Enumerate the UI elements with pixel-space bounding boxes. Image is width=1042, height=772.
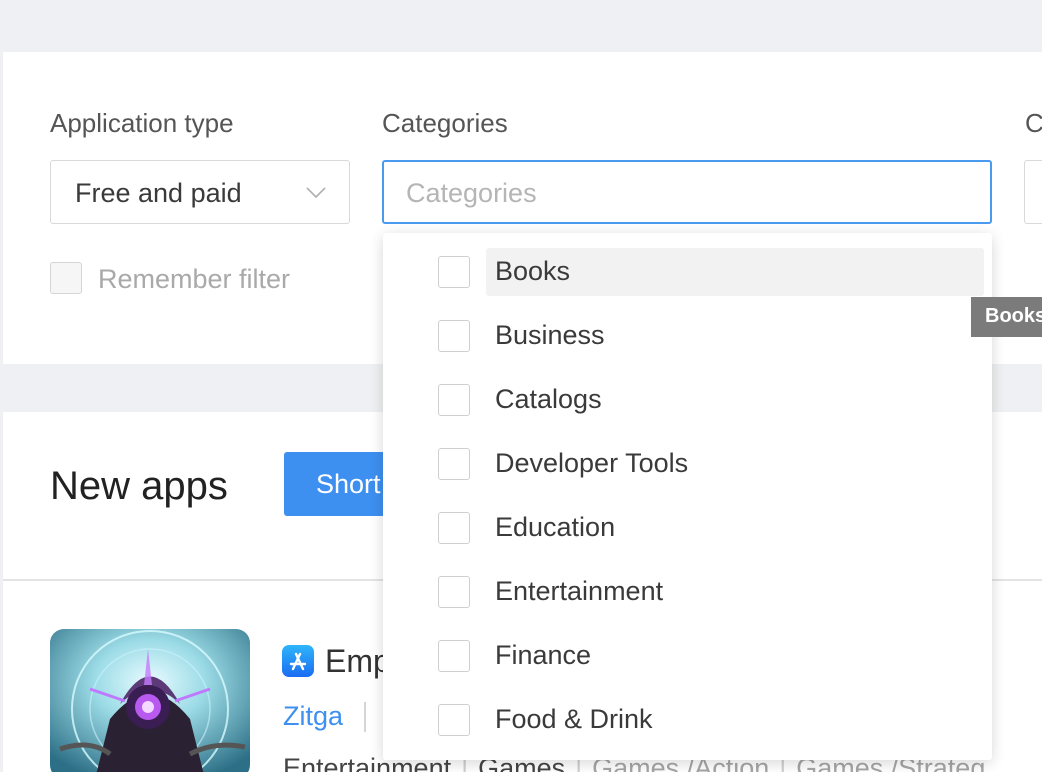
application-type-value: Free and paid [75, 178, 242, 208]
category-label[interactable]: Catalogs [495, 384, 602, 415]
category-checkbox[interactable] [438, 704, 470, 736]
category-option-food-drink[interactable]: Food & Drink [383, 681, 992, 745]
app-store-icon [282, 645, 314, 677]
chevron-down-icon [305, 181, 327, 208]
category-label[interactable]: Books [495, 256, 570, 287]
third-filter-select[interactable] [1024, 160, 1042, 224]
remember-filter-label[interactable]: Remember filter [98, 264, 290, 295]
category-option-business[interactable]: Business [383, 297, 992, 361]
third-filter-label: C [1025, 108, 1042, 138]
category-option-catalogs[interactable]: Catalogs [383, 361, 992, 425]
category-checkbox[interactable] [438, 576, 470, 608]
category-label[interactable]: Entertainment [495, 576, 663, 607]
categories-input[interactable] [406, 176, 966, 210]
category-option-developer-tools[interactable]: Developer Tools [383, 425, 992, 489]
section-title: New apps [50, 464, 228, 508]
category-label[interactable]: Developer Tools [495, 448, 688, 479]
category-option-books[interactable]: Books [383, 233, 992, 297]
remember-filter-checkbox[interactable] [50, 262, 82, 294]
category-checkbox[interactable] [438, 320, 470, 352]
tooltip: Books [971, 297, 1042, 337]
app-icon[interactable] [50, 629, 250, 772]
categories-dropdown: Books Business Catalogs Developer Tools … [383, 233, 992, 760]
category-option-education[interactable]: Education [383, 489, 992, 553]
categories-label: Categories [382, 108, 508, 138]
category-checkbox[interactable] [438, 448, 470, 480]
category-label[interactable]: Education [495, 512, 615, 543]
developer-link[interactable]: Zitga [283, 701, 343, 732]
category-option-finance[interactable]: Finance [383, 617, 992, 681]
categories-field[interactable] [382, 160, 992, 224]
category-checkbox[interactable] [438, 384, 470, 416]
application-type-select[interactable]: Free and paid [50, 160, 350, 224]
category-checkbox[interactable] [438, 640, 470, 672]
application-type-label: Application type [50, 108, 234, 138]
category-checkbox[interactable] [438, 512, 470, 544]
category-option-entertainment[interactable]: Entertainment [383, 553, 992, 617]
category-label[interactable]: Business [495, 320, 605, 351]
category-label[interactable]: Finance [495, 640, 591, 671]
category-label[interactable]: Food & Drink [495, 704, 653, 735]
separator [364, 702, 366, 732]
app-title[interactable]: Emp [325, 643, 391, 680]
category-checkbox[interactable] [438, 256, 470, 288]
